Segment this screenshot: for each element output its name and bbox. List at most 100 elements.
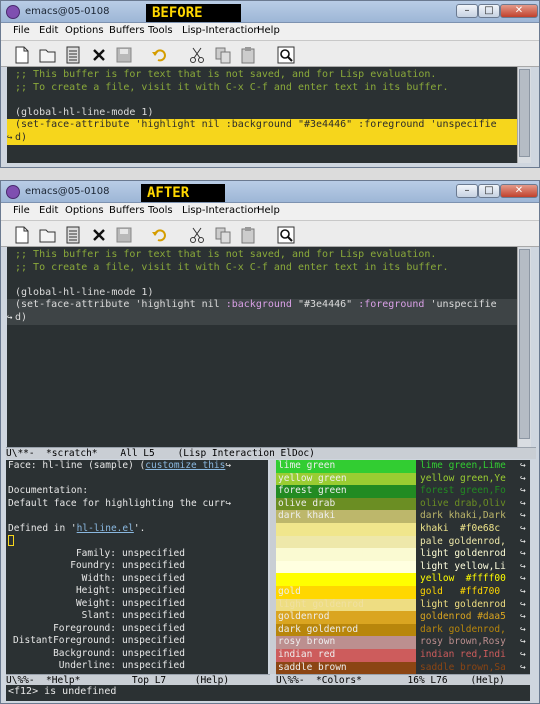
color-swatch: rosy brown <box>276 636 416 649</box>
paste-icon[interactable] <box>239 46 257 64</box>
color-list-item[interactable]: saddle brown saddle brown,Sa ↪ <box>276 661 530 674</box>
color-name-label: gold #ffd700 <box>420 586 501 597</box>
undo-icon[interactable] <box>150 46 168 64</box>
minimize-icon[interactable]: – <box>456 184 478 198</box>
color-name-label: rosy brown,Rosy <box>420 636 506 648</box>
after-scrollbar[interactable] <box>517 247 531 447</box>
face-attribute-value: unspecified <box>122 610 185 621</box>
color-list-item[interactable]: forest green forest green,Fo ↪ <box>276 485 530 498</box>
color-list-item[interactable]: rosy brown rosy brown,Rosy ↪ <box>276 636 530 649</box>
color-list-item[interactable]: pale goldenrod pale goldenrod, ↪ <box>276 535 530 549</box>
before-editor[interactable]: ;; This buffer is for text that is not s… <box>7 67 517 163</box>
cut-icon[interactable] <box>188 46 206 64</box>
after-editor[interactable]: ;; This buffer is for text that is not s… <box>7 247 517 447</box>
face-attribute-value: unspecified <box>122 585 185 596</box>
menu-options[interactable]: Options <box>65 25 104 36</box>
cut-icon[interactable] <box>188 226 206 244</box>
menu-edit[interactable]: Edit <box>39 25 58 36</box>
undo-icon[interactable] <box>150 226 168 244</box>
after-toolbar <box>1 221 539 247</box>
menu-options[interactable]: Options <box>65 205 104 216</box>
color-list-item[interactable]: indian red indian red,Indi ↪ <box>276 649 530 662</box>
menu-edit[interactable]: Edit <box>39 205 58 216</box>
after-title-bar[interactable]: emacs@05-0108 AFTER – □ ✕ <box>1 181 539 203</box>
minimize-icon[interactable]: – <box>456 4 478 18</box>
menu-tools[interactable]: Tools <box>148 25 173 36</box>
face-attribute-value: unspecified <box>122 547 185 559</box>
close-icon[interactable]: ✕ <box>500 4 538 18</box>
face-attribute-name: Foreground: <box>53 622 116 634</box>
search-icon[interactable] <box>277 226 295 244</box>
menu-buffers[interactable]: Buffers <box>109 25 145 36</box>
help-defined-prefix: Defined in ' <box>8 522 77 534</box>
menu-lisp-interaction[interactable]: Lisp-Interaction <box>182 25 260 36</box>
menu-help[interactable]: Help <box>257 25 280 36</box>
help-doc-text-value: Default face for highlighting the curr <box>8 497 226 509</box>
colors-buffer[interactable]: lime green lime green,Lime ↪ yellow green ye… <box>276 460 530 674</box>
after-comment-line-2: ;; To create a file, visit it with C-x C… <box>15 261 449 273</box>
after-code-line-6: d) <box>15 312 28 323</box>
dired-icon[interactable] <box>64 46 82 64</box>
menu-lisp-interaction[interactable]: Lisp-Interaction <box>182 205 260 216</box>
color-list-item[interactable]: light goldenrod light goldenrod ↪ <box>276 548 530 561</box>
maximize-icon[interactable]: □ <box>478 184 500 198</box>
wrap-fringe-icon: ↪ <box>520 548 526 560</box>
color-list-item[interactable]: gold gold #ffd700 ↪ <box>276 586 530 599</box>
help-buffer[interactable]: Face: hl-line (sample) (customize this↪ … <box>6 460 268 674</box>
before-scrollbar-thumb[interactable] <box>519 69 530 157</box>
kill-buffer-icon[interactable] <box>90 226 108 244</box>
color-list-item[interactable]: khaki khaki #f0e68c ↪ <box>276 523 530 536</box>
color-list-item[interactable]: yellow green yellow green,Ye ↪ <box>276 472 530 486</box>
before-emacs-window: emacs@05-0108 BEFORE – □ ✕ File Edit Opt… <box>0 0 540 168</box>
text-cursor <box>8 535 14 546</box>
face-attribute-value: unspecified <box>122 622 185 634</box>
color-list-item[interactable]: goldenrod goldenrod #daa5 ↪ <box>276 611 530 624</box>
menu-tools[interactable]: Tools <box>148 205 173 216</box>
search-icon[interactable] <box>277 46 295 64</box>
close-icon[interactable]: ✕ <box>500 184 538 198</box>
customize-this-link[interactable]: customize this <box>145 460 225 471</box>
hl-line-el-link[interactable]: hl-line.el <box>77 523 134 534</box>
menu-buffers[interactable]: Buffers <box>109 205 145 216</box>
menu-help[interactable]: Help <box>257 205 280 216</box>
new-file-icon[interactable] <box>13 226 31 244</box>
save-icon[interactable] <box>115 46 133 64</box>
color-swatch: yellow <box>276 573 416 586</box>
face-attribute-row: Family: unspecified <box>8 548 185 561</box>
help-defined-suffix: '. <box>133 522 146 534</box>
menu-file[interactable]: File <box>13 25 30 36</box>
new-file-icon[interactable] <box>13 46 31 64</box>
color-list-item[interactable]: dark goldenrod dark goldenrod, ↪ <box>276 623 530 637</box>
wrap-fringe-icon: ↪ <box>520 649 526 660</box>
wrap-fringe-icon: ↪ <box>520 472 526 484</box>
before-title-bar[interactable]: emacs@05-0108 BEFORE – □ ✕ <box>1 1 539 23</box>
color-list-item[interactable]: lime green lime green,Lime ↪ <box>276 460 530 473</box>
scratch-mode-line[interactable]: U\**- *scratch* All L5 (Lisp Interaction… <box>6 447 536 459</box>
face-attribute-name: DistantForeground: <box>13 635 116 646</box>
before-menu-bar: File Edit Options Buffers Tools Lisp-Int… <box>1 23 539 41</box>
color-list-item[interactable]: olive drab olive drab,Oliv ↪ <box>276 497 530 511</box>
color-list-item[interactable]: light goldenrod light goldenrod ↪ <box>276 598 530 612</box>
color-list-item[interactable]: dark khaki dark khaki,Dark ↪ <box>276 510 530 523</box>
before-scrollbar[interactable] <box>517 67 531 163</box>
color-name-label: light goldenrod <box>420 598 506 610</box>
color-list-item[interactable]: light yellow light yellow,Li ↪ <box>276 560 530 574</box>
save-icon[interactable] <box>115 226 133 244</box>
help-face-line: Face: hl-line (sample) (customize this↪ <box>8 460 231 473</box>
minibuffer[interactable]: <f12> is undefined <box>6 685 530 701</box>
menu-file[interactable]: File <box>13 205 30 216</box>
emacs-app-icon <box>6 5 20 19</box>
open-folder-icon[interactable] <box>39 46 57 64</box>
wrap-fringe-icon: ↪ <box>520 560 526 572</box>
color-list-item[interactable]: yellow yellow #ffff00 ↪ <box>276 573 530 586</box>
after-comment-line-1: ;; This buffer is for text that is not s… <box>15 249 437 260</box>
after-scrollbar-thumb[interactable] <box>519 249 530 439</box>
copy-icon[interactable] <box>214 46 232 64</box>
face-attribute-name: Foundry: <box>70 560 116 571</box>
maximize-icon[interactable]: □ <box>478 4 500 18</box>
dired-icon[interactable] <box>64 226 82 244</box>
paste-icon[interactable] <box>239 226 257 244</box>
copy-icon[interactable] <box>214 226 232 244</box>
kill-buffer-icon[interactable] <box>90 46 108 64</box>
open-folder-icon[interactable] <box>39 226 57 244</box>
